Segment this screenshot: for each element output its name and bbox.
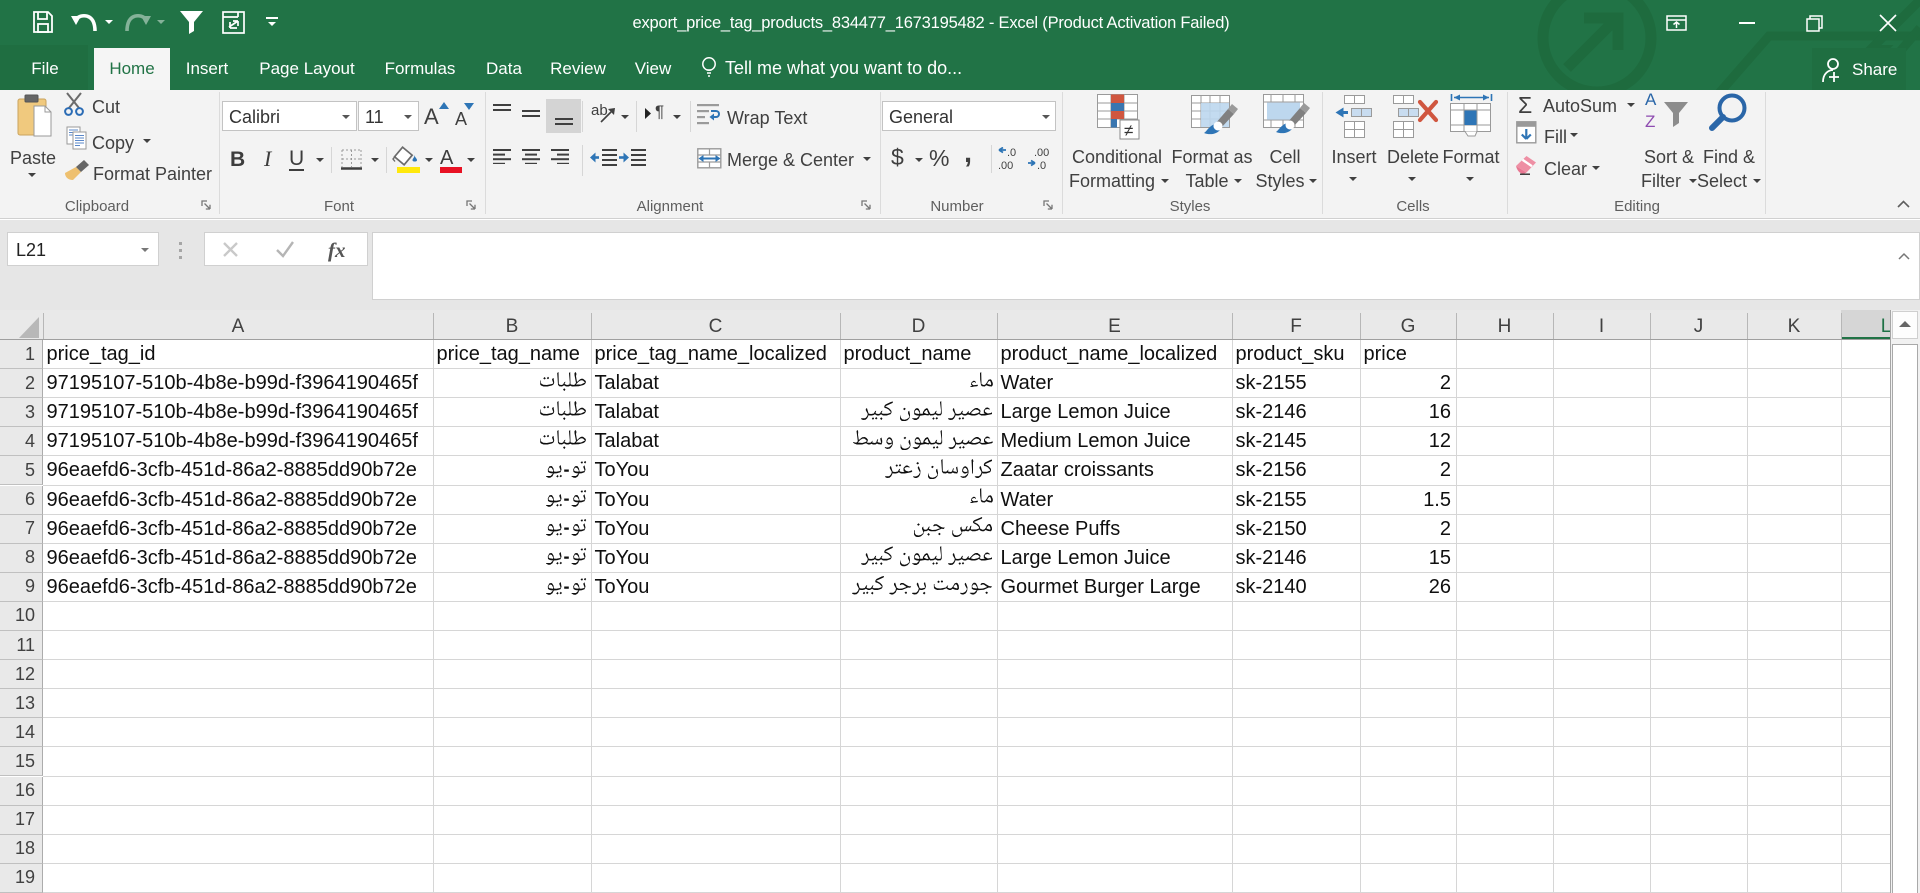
svg-text:≠: ≠: [1124, 121, 1133, 140]
